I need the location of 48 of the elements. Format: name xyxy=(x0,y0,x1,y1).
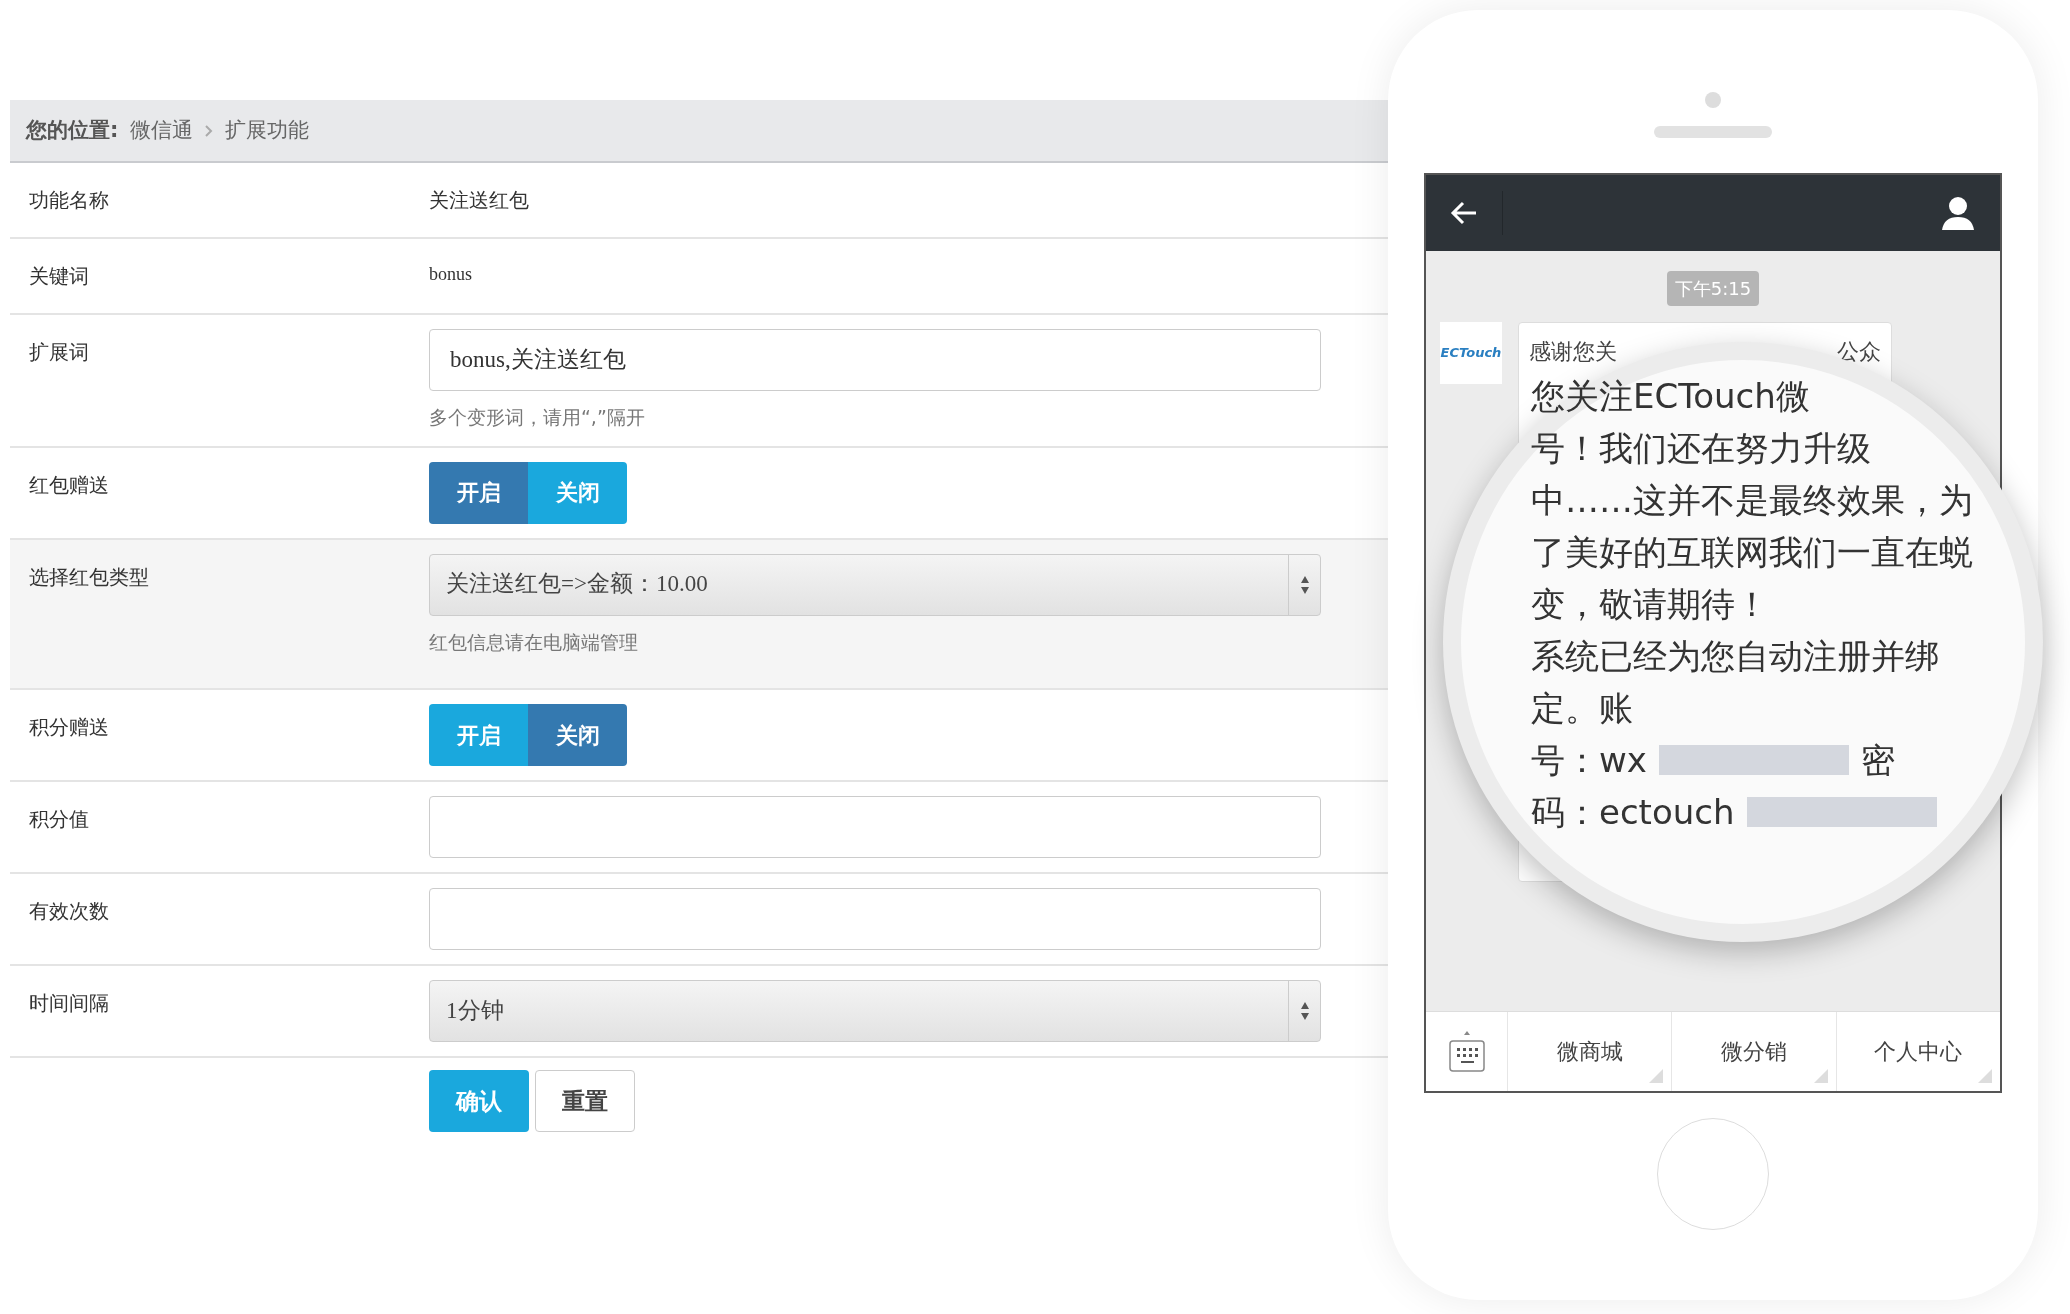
message-line: 密 xyxy=(1860,738,1895,782)
breadcrumb-link[interactable]: 微信通 xyxy=(130,114,194,147)
breadcrumb-link[interactable]: 扩展功能 xyxy=(225,114,310,147)
menu-tab[interactable]: 微分销 xyxy=(1672,1012,1837,1091)
field-label: 红包赠送 xyxy=(29,471,110,499)
message-line: 码：ectouch xyxy=(1531,790,1735,834)
corner-triangle-icon xyxy=(1978,1069,1992,1083)
updown-caret-icon xyxy=(1299,1000,1310,1022)
field-label: 选择红包类型 xyxy=(29,563,150,591)
menu-tab[interactable]: 个人中心 xyxy=(1836,1012,2000,1091)
reset-button[interactable]: 重置 xyxy=(535,1070,635,1132)
corner-triangle-icon xyxy=(1813,1069,1828,1083)
message-line: 您关注ECTouch微 xyxy=(1531,374,1810,418)
avatar-logo: ECTouch xyxy=(1440,322,1502,384)
help-text: 红包信息请在电脑端管理 xyxy=(429,629,639,655)
field-label: 积分赠送 xyxy=(29,714,110,741)
text-input[interactable] xyxy=(429,796,1321,858)
message-line: 定。账 xyxy=(1531,686,1633,730)
field-label: 有效次数 xyxy=(29,898,110,925)
breadcrumb-label: 您的位置: xyxy=(26,116,119,144)
help-text: 多个变形词，请用“,”隔开 xyxy=(429,405,646,430)
message-time: 下午5:15 xyxy=(1666,271,1760,306)
field-label: 积分值 xyxy=(29,806,90,833)
message-line: 号！我们还在努力升级 xyxy=(1531,426,1871,470)
field-label: 扩展词 xyxy=(29,339,90,366)
corner-triangle-icon xyxy=(1649,1069,1664,1083)
field-label: 时间间隔 xyxy=(29,990,110,1017)
message-text: 感谢您关 xyxy=(1529,338,1617,366)
field-value: 关注送红包 xyxy=(429,188,529,212)
back-arrow-icon[interactable] xyxy=(1450,200,1478,226)
text-input[interactable]: bonus,关注送红包 xyxy=(429,329,1321,391)
chevron-icon xyxy=(205,124,214,137)
message-line: 系统已经为您自动注册并绑 xyxy=(1531,634,1939,678)
menu-tab[interactable]: 微商城 xyxy=(1508,1012,1673,1091)
message-line: 了美好的互联网我们一直在蜕 xyxy=(1531,530,1973,574)
select-field[interactable]: 关注送红包=>金额：10.00 xyxy=(429,553,1321,616)
select-field[interactable]: 1分钟 xyxy=(429,980,1321,1042)
message-line: 变，敬请期待！ xyxy=(1531,582,1769,626)
message-line: 号：wx xyxy=(1531,738,1647,782)
field-label: 关键词 xyxy=(29,263,90,290)
user-icon[interactable] xyxy=(1940,195,1976,231)
toggle-option[interactable]: 开启 xyxy=(429,461,528,524)
text-input[interactable] xyxy=(429,888,1321,950)
message-line: 中……这并不是最终效果，为 xyxy=(1531,478,1973,522)
toggle-option[interactable]: 关闭 xyxy=(528,704,627,766)
field-label: 功能名称 xyxy=(29,187,110,214)
phone-camera xyxy=(1705,92,1721,108)
field-value: bonus xyxy=(429,264,472,284)
